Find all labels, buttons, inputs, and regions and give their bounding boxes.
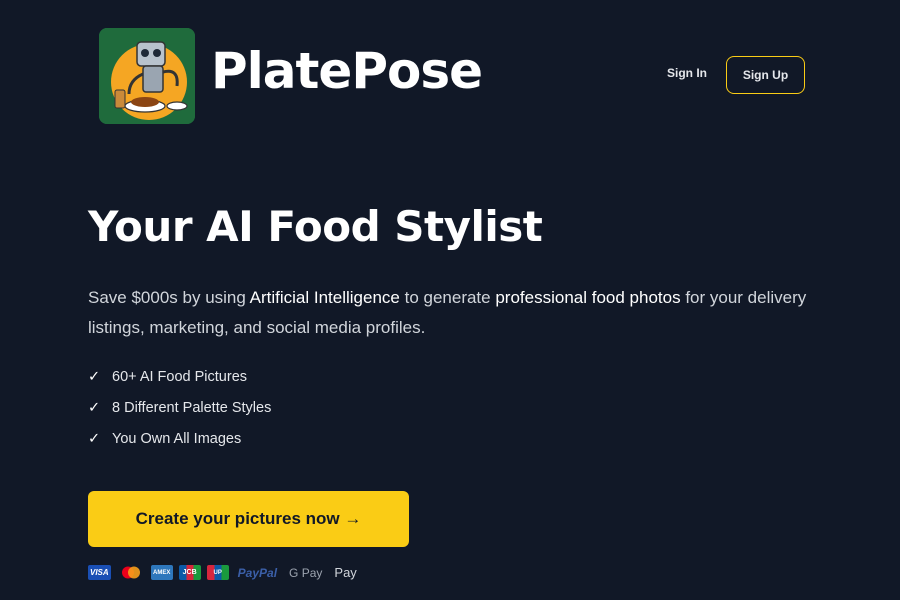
brand-name[interactable]: PlatePose bbox=[211, 36, 483, 106]
check-icon: ✓ bbox=[88, 400, 101, 416]
create-pictures-button[interactable]: Create your pictures now → bbox=[88, 491, 409, 547]
robot-chef-icon bbox=[99, 28, 195, 124]
feature-text: You Own All Images bbox=[112, 431, 242, 447]
desc-highlight-ai: Artificial Intelligence bbox=[249, 288, 400, 307]
hero-description: Save $000s by using Artificial Intellige… bbox=[88, 283, 828, 343]
google-pay-icon: G Pay bbox=[289, 565, 323, 580]
feature-text: 8 Different Palette Styles bbox=[112, 400, 272, 416]
mastercard-icon bbox=[117, 565, 145, 580]
page-title: Your AI Food Stylist bbox=[88, 202, 543, 251]
robot-chef-logo[interactable] bbox=[99, 28, 195, 124]
sign-in-link[interactable]: Sign In bbox=[667, 66, 707, 80]
visa-icon: VISA bbox=[88, 565, 111, 580]
check-icon: ✓ bbox=[88, 369, 101, 385]
desc-text-1: Save $000s by using bbox=[88, 288, 250, 307]
feature-item: ✓ 8 Different Palette Styles bbox=[88, 396, 271, 427]
desc-highlight-photos: professional food photos bbox=[495, 288, 681, 307]
paypal-icon: PayPal bbox=[237, 565, 278, 580]
feature-text: 60+ AI Food Pictures bbox=[112, 369, 248, 385]
feature-item: ✓ 60+ AI Food Pictures bbox=[88, 365, 271, 396]
check-icon: ✓ bbox=[88, 431, 101, 447]
amex-icon: AMEX bbox=[150, 565, 173, 580]
payment-methods: VISA AMEX JCB UP PayPal G Pay Pay bbox=[88, 565, 360, 580]
feature-list: ✓ 60+ AI Food Pictures ✓ 8 Different Palet… bbox=[88, 365, 271, 458]
feature-item: ✓ You Own All Images bbox=[88, 427, 271, 458]
apple-pay-icon: Pay bbox=[334, 565, 357, 580]
jcb-icon: JCB bbox=[178, 565, 201, 580]
sign-up-button[interactable]: Sign Up bbox=[726, 56, 805, 94]
desc-text-2: to generate bbox=[399, 288, 496, 307]
unionpay-icon: UP bbox=[206, 565, 229, 580]
